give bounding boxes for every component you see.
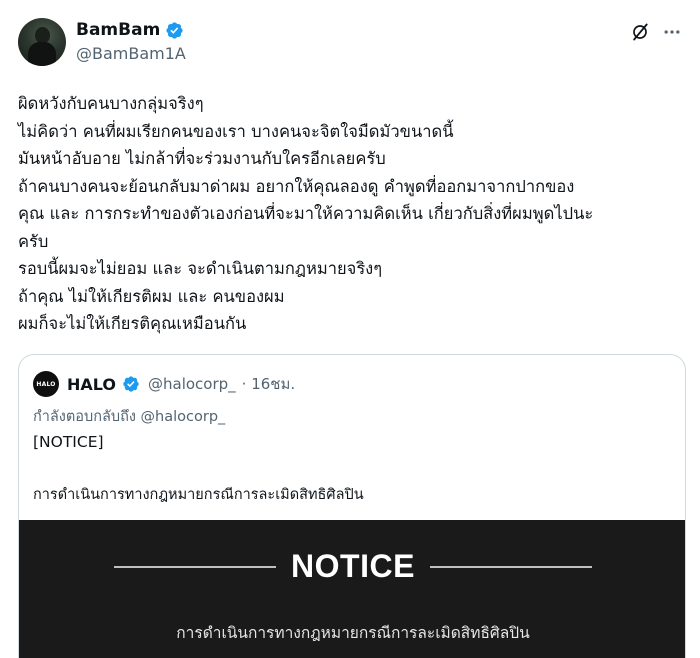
tweet-line: คุณ และ การกระทำของตัวเองก่อนที่จะมาให้ค… xyxy=(18,204,594,223)
tweet-line: ถ้าคุณ ไม่ให้เกียรติผม และ คนของผม xyxy=(18,286,285,306)
reply-to-text: กำลังตอบกลับถึง @halocorp_ xyxy=(33,409,226,425)
tweet-line: ผิดหวังกับคนบางกลุ่มจริงๆ xyxy=(18,94,204,113)
tweet-line: รอบนี้ผมจะไม่ยอม และ จะดำเนินตามกฎหมายจร… xyxy=(18,259,383,278)
quoted-author-name: HALO xyxy=(67,374,116,394)
quoted-notice-image[interactable]: NOTICE การดำเนินการทางกฎหมายกรณีการละเมิ… xyxy=(19,520,685,658)
tweet-line: ผมก็จะไม่ให้เกียรติคุณเหมือนกัน xyxy=(18,314,247,333)
tweet-line: ถ้าคนบางคนจะย้อนกลับมาด่าผม อยากให้คุณลอ… xyxy=(18,176,575,196)
image-divider-right xyxy=(430,566,592,568)
author-display-name[interactable]: BamBam xyxy=(76,20,160,40)
grok-icon[interactable] xyxy=(630,22,650,42)
quoted-author-avatar: HALO xyxy=(33,371,59,397)
quoted-verified-badge-icon xyxy=(123,376,139,392)
verified-badge-icon xyxy=(166,21,183,39)
author-name-row: BamBam xyxy=(76,20,184,40)
author-handle[interactable]: @BamBam1A xyxy=(76,44,186,63)
quoted-tweet-header: HALO HALO @halocorp_ · 16ชม. xyxy=(33,371,295,397)
quoted-avatar-logo-text: HALO xyxy=(36,380,56,388)
quoted-timestamp: · 16ชม. xyxy=(241,375,296,393)
tweet-text: ผิดหวังกับคนบางกลุ่มจริงๆ ไม่คิดว่า คนที… xyxy=(18,90,688,338)
quoted-notice-text: [NOTICE] xyxy=(33,433,104,451)
avatar-figure-body xyxy=(28,42,56,66)
tweet-header: BamBam @BamBam1A xyxy=(18,16,682,68)
image-notice-subtitle: การดำเนินการทางกฎหมายกรณีการละเมิดสิทธิศ… xyxy=(176,624,530,642)
quoted-description-text: การดำเนินการทางกฎหมายกรณีการละเมิดสิทธิศ… xyxy=(33,487,364,503)
more-options-icon[interactable] xyxy=(662,22,682,42)
quoted-tweet-card[interactable]: HALO HALO @halocorp_ · 16ชม. กำลังตอบกลั… xyxy=(18,354,686,658)
tweet-line: ครับ xyxy=(18,231,49,251)
author-avatar[interactable] xyxy=(18,18,66,66)
tweet-line: มันหน้าอับอาย ไม่กล้าที่จะร่วมงานกับใครอ… xyxy=(18,149,386,168)
quoted-author-handle: @halocorp_ xyxy=(148,375,236,393)
tweet-line: ไม่คิดว่า คนที่ผมเรียกคนของเรา บางคนจะจิ… xyxy=(18,121,454,141)
